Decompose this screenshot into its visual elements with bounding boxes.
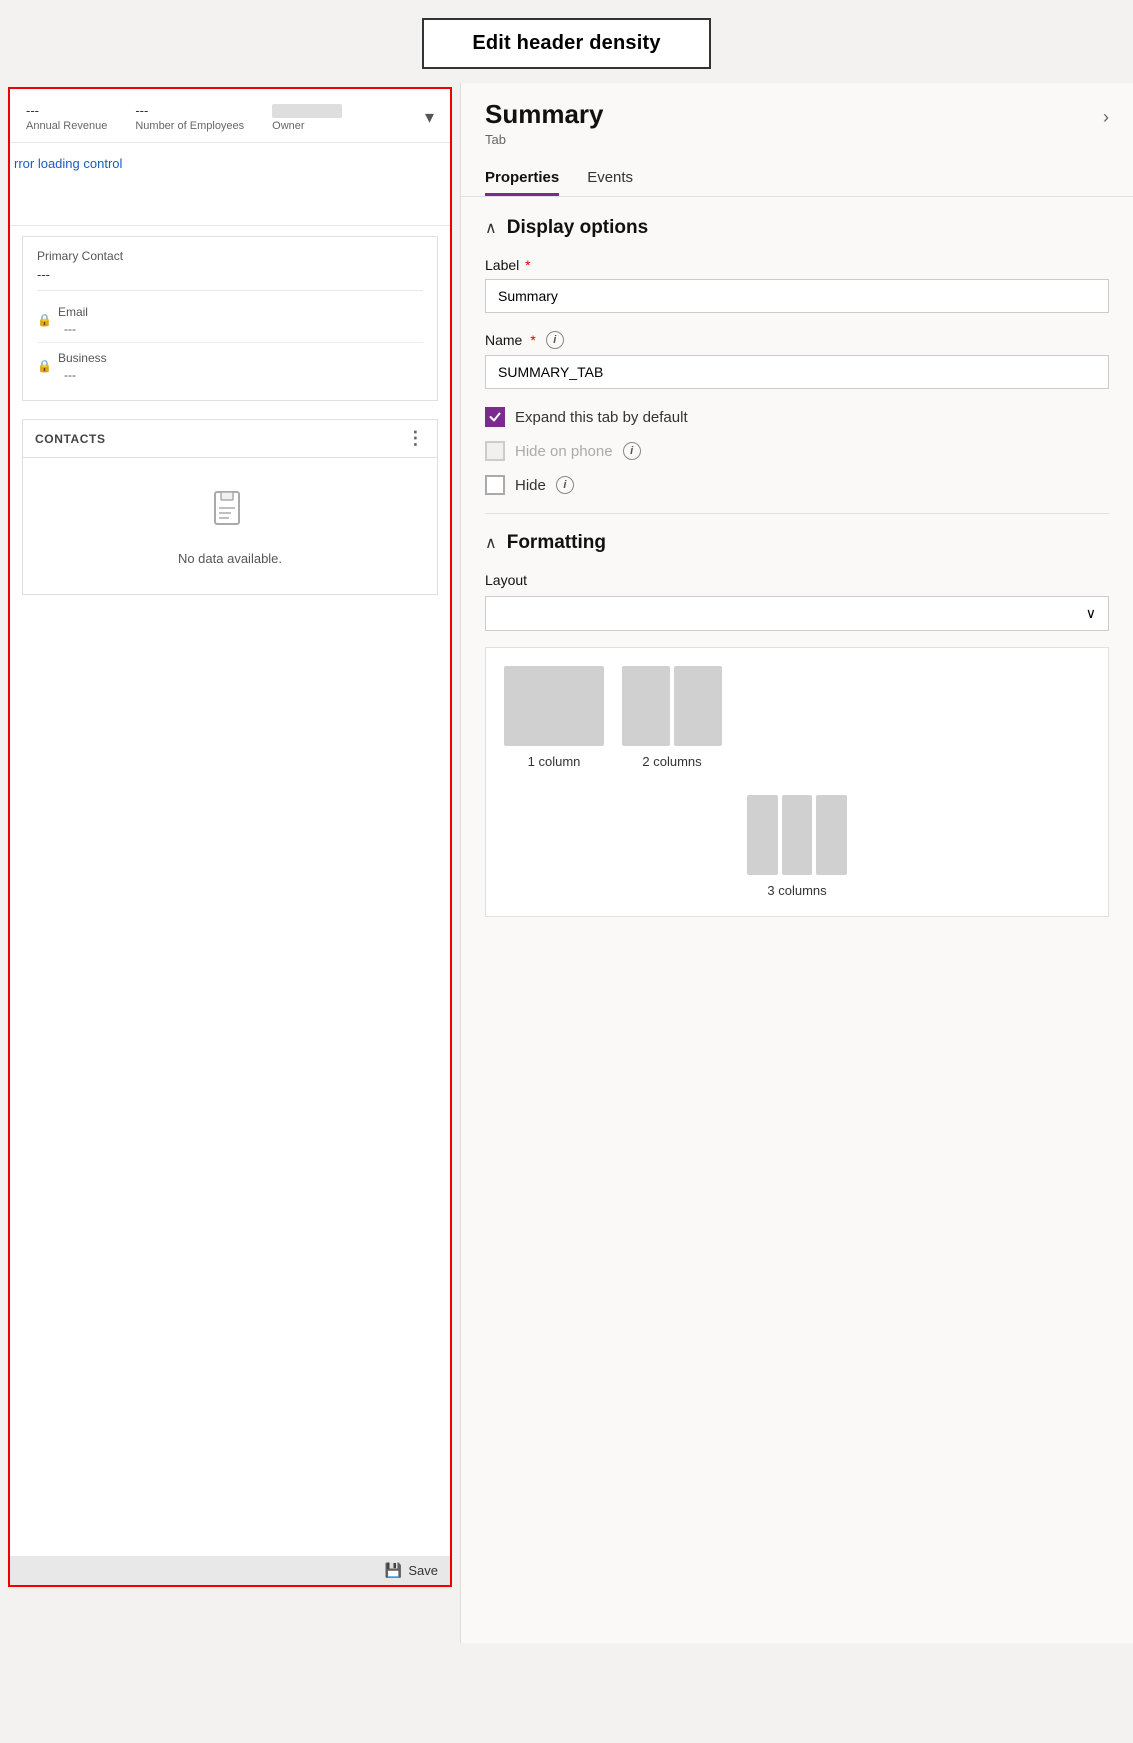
business-field-row: 🔒 Business ---	[37, 343, 423, 388]
expand-tab-label: Expand this tab by default	[515, 409, 688, 426]
hide-on-phone-label: Hide on phone	[515, 443, 613, 460]
email-value: ---	[64, 322, 88, 336]
tab-events[interactable]: Events	[587, 163, 633, 196]
formatting-title: Formatting	[507, 532, 606, 554]
annual-revenue-field: --- Annual Revenue	[26, 103, 107, 132]
contacts-header: CONTACTS ⋮	[23, 420, 437, 458]
business-label: Business	[58, 351, 107, 365]
layout-3col-2	[782, 795, 813, 875]
name-input[interactable]	[485, 355, 1109, 389]
layout-option-3col[interactable]: 3 columns	[504, 795, 1090, 898]
formatting-chevron-icon[interactable]: ∧	[485, 533, 497, 553]
tabs-bar: Properties Events	[461, 155, 1133, 197]
layout-2col-right	[674, 666, 722, 746]
display-options-title: Display options	[507, 217, 648, 239]
label-required-star: *	[521, 257, 530, 273]
no-data-text: No data available.	[178, 551, 282, 566]
right-title-block: Summary Tab	[485, 99, 604, 147]
save-bar: 💾 Save	[10, 1556, 450, 1585]
tab-properties[interactable]: Properties	[485, 163, 559, 196]
layout-3col-3	[816, 795, 847, 875]
num-employees-field: --- Number of Employees	[135, 103, 244, 132]
layout-dropdown-chevron-icon: ∨	[1086, 605, 1096, 622]
hide-on-phone-checkbox-row: Hide on phone i	[485, 441, 1109, 461]
primary-contact-section: Primary Contact --- 🔒 Email --- 🔒 Busine…	[22, 236, 438, 401]
main-layout: --- Annual Revenue --- Number of Employe…	[0, 83, 1133, 1643]
panel-title: Summary	[485, 99, 604, 130]
hide-info-icon[interactable]: i	[556, 476, 574, 494]
hide-label: Hide	[515, 477, 546, 494]
bottom-space	[0, 1643, 1133, 1743]
panel-subtitle: Tab	[485, 132, 604, 147]
label-field-group: Label *	[485, 257, 1109, 313]
hide-on-phone-info-icon[interactable]: i	[623, 442, 641, 460]
display-options-header: ∧ Display options	[485, 217, 1109, 239]
business-lock-icon: 🔒	[37, 359, 52, 373]
left-panel: --- Annual Revenue --- Number of Employe…	[0, 83, 460, 1643]
no-data-document-icon	[211, 490, 249, 543]
num-employees-value: ---	[135, 103, 148, 118]
formatting-section: ∧ Formatting Layout ∨ 1 column	[485, 532, 1109, 917]
primary-contact-label: Primary Contact	[37, 249, 423, 263]
email-lock-icon: 🔒	[37, 313, 52, 327]
save-label[interactable]: Save	[408, 1563, 438, 1578]
contacts-title: CONTACTS	[35, 432, 106, 446]
layout-option-1col[interactable]: 1 column	[504, 666, 604, 769]
save-disk-icon: 💾	[385, 1562, 402, 1579]
primary-contact-value: ---	[37, 267, 423, 291]
layout-options-panel: 1 column 2 columns	[485, 647, 1109, 917]
label-field-label: Label *	[485, 257, 1109, 273]
error-spacer	[14, 173, 434, 213]
name-field-group: Name * i	[485, 331, 1109, 389]
layout-thumb-1col	[504, 666, 604, 746]
contacts-more-icon[interactable]: ⋮	[406, 428, 425, 449]
annual-revenue-value: ---	[26, 103, 39, 118]
header-chevron-down-icon[interactable]: ▾	[425, 107, 434, 128]
error-loading-link[interactable]: rror loading control	[14, 156, 122, 171]
layout-thumb-3col	[747, 795, 847, 875]
owner-field: Owner	[272, 104, 342, 132]
contacts-section: CONTACTS ⋮ No data available.	[22, 419, 438, 595]
email-field-row: 🔒 Email ---	[37, 297, 423, 343]
owner-avatar	[272, 104, 342, 118]
section-divider	[485, 513, 1109, 514]
no-data-area: No data available.	[23, 458, 437, 594]
expand-tab-checkbox[interactable]	[485, 407, 505, 427]
error-section: rror loading control	[10, 143, 450, 226]
layout-3col-1	[747, 795, 778, 875]
name-field-label-row: Name * i	[485, 331, 1109, 349]
panel-chevron-right-icon[interactable]: ›	[1103, 107, 1109, 128]
properties-content: ∧ Display options Label * Name * i	[461, 197, 1133, 937]
display-options-chevron-icon[interactable]: ∧	[485, 218, 497, 238]
layout-thumb-2col	[622, 666, 722, 746]
layout-2col-label: 2 columns	[642, 754, 701, 769]
hide-checkbox[interactable]	[485, 475, 505, 495]
email-label: Email	[58, 305, 88, 319]
layout-2col-left	[622, 666, 670, 746]
top-bar: Edit header density	[0, 0, 1133, 83]
owner-label: Owner	[272, 120, 304, 132]
name-required-star: *	[530, 332, 535, 348]
formatting-header: ∧ Formatting	[485, 532, 1109, 554]
right-panel-header: Summary Tab ›	[461, 83, 1133, 147]
layout-1col-label: 1 column	[528, 754, 581, 769]
right-panel: Summary Tab › Properties Events ∧ Displa…	[460, 83, 1133, 1643]
hide-on-phone-checkbox	[485, 441, 505, 461]
hide-checkbox-row[interactable]: Hide i	[485, 475, 1109, 495]
annual-revenue-label: Annual Revenue	[26, 120, 107, 132]
num-employees-label: Number of Employees	[135, 120, 244, 132]
edit-header-density-button[interactable]: Edit header density	[422, 18, 710, 69]
content-spacer	[10, 603, 450, 1585]
layout-option-2col[interactable]: 2 columns	[622, 666, 722, 769]
left-inner-panel: --- Annual Revenue --- Number of Employe…	[8, 87, 452, 1587]
layout-dropdown[interactable]: ∨	[485, 596, 1109, 631]
business-value: ---	[64, 368, 107, 382]
expand-tab-checkbox-row[interactable]: Expand this tab by default	[485, 407, 1109, 427]
layout-label: Layout	[485, 572, 1109, 588]
header-fields-row: --- Annual Revenue --- Number of Employe…	[10, 89, 450, 143]
label-input[interactable]	[485, 279, 1109, 313]
name-info-icon[interactable]: i	[546, 331, 564, 349]
layout-3col-label: 3 columns	[767, 883, 826, 898]
